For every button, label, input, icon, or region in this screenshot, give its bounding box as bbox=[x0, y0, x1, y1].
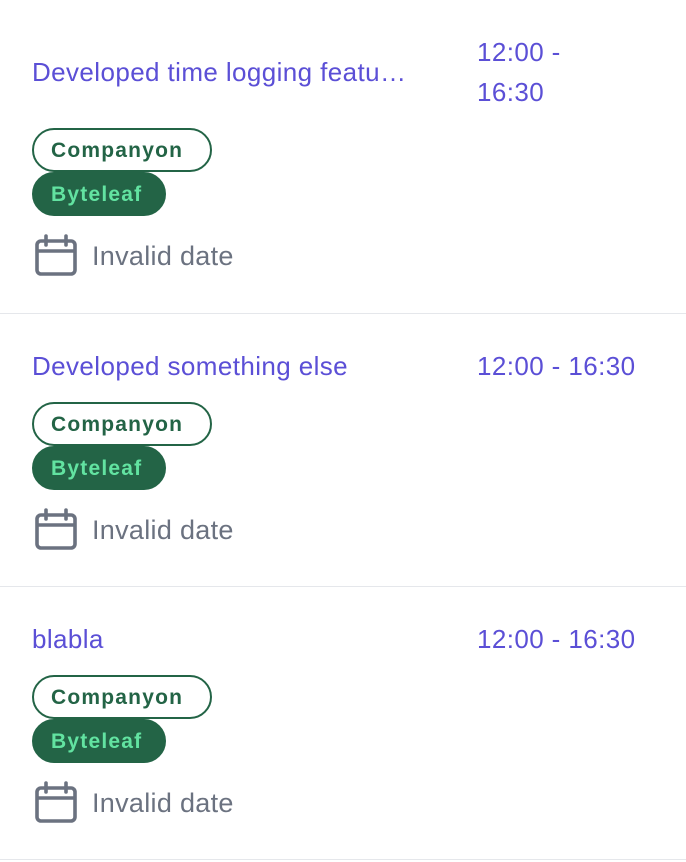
tag-companyon[interactable]: Companyon bbox=[32, 675, 212, 719]
entry-date-text: Invalid date bbox=[92, 514, 234, 545]
tag-byteleaf[interactable]: Byteleaf bbox=[32, 719, 166, 763]
time-entry-list: Developed time logging featu… 12:00 - 16… bbox=[0, 0, 686, 860]
time-entry[interactable]: blabla 12:00 - 16:30 Companyon Byteleaf … bbox=[0, 587, 686, 860]
tag-list: Companyon Byteleaf bbox=[32, 402, 212, 490]
entry-title[interactable]: Developed time logging featu… bbox=[32, 56, 472, 88]
calendar-icon bbox=[35, 508, 77, 550]
entry-date: Invalid date bbox=[32, 781, 234, 825]
entry-time-range: 12:00 - 16:30 bbox=[477, 351, 636, 381]
time-entry[interactable]: Developed time logging featu… 12:00 - 16… bbox=[0, 0, 686, 314]
entry-title[interactable]: blabla bbox=[32, 623, 472, 655]
time-entry[interactable]: Developed something else 12:00 - 16:30 C… bbox=[0, 314, 686, 587]
calendar-icon bbox=[35, 781, 77, 823]
tag-byteleaf[interactable]: Byteleaf bbox=[32, 172, 166, 216]
tag-list: Companyon Byteleaf bbox=[32, 675, 212, 763]
entry-time-range: 12:00 - 16:30 bbox=[477, 624, 636, 654]
entry-date-text: Invalid date bbox=[92, 240, 234, 271]
entry-date: Invalid date bbox=[32, 234, 234, 278]
entry-date-text: Invalid date bbox=[92, 787, 234, 818]
calendar-icon bbox=[35, 234, 77, 276]
tag-companyon[interactable]: Companyon bbox=[32, 402, 212, 446]
tag-companyon[interactable]: Companyon bbox=[32, 128, 212, 172]
tag-list: Companyon Byteleaf bbox=[32, 128, 212, 216]
entry-date: Invalid date bbox=[32, 508, 234, 552]
entry-time-range: 12:00 - 16:30 bbox=[477, 37, 561, 107]
tag-byteleaf[interactable]: Byteleaf bbox=[32, 446, 166, 490]
entry-title[interactable]: Developed something else bbox=[32, 350, 472, 382]
